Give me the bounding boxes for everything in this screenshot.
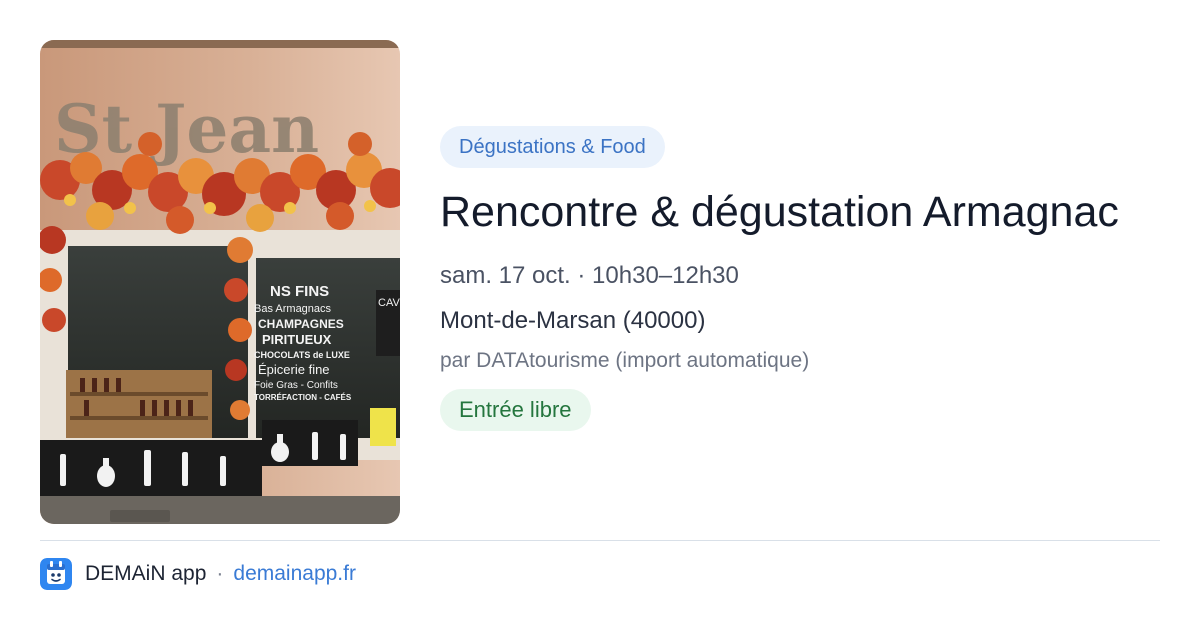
event-location: Mont-de-Marsan (40000)	[440, 307, 706, 334]
footer-divider	[40, 540, 1160, 541]
footer-separator: ·	[216, 562, 224, 585]
svg-text:Épicerie fine: Épicerie fine	[258, 362, 330, 377]
svg-text:TORRÉFACTION - CAFÉS: TORRÉFACTION - CAFÉS	[254, 393, 352, 402]
event-title: Rencontre & dégustation Armagnac	[440, 188, 1119, 236]
share-card: St Jean NS FINS Bas Armagnacs CHAMPAGNES	[0, 0, 1200, 630]
svg-text:Bas Armagnacs: Bas Armagnacs	[254, 303, 332, 315]
event-photo: St Jean NS FINS Bas Armagnacs CHAMPAGNES	[40, 40, 400, 524]
svg-text:PIRITUEUX: PIRITUEUX	[262, 332, 332, 347]
event-info: Dégustations & Food Rencontre & dégustat…	[440, 126, 1170, 431]
app-logo-icon	[40, 558, 72, 590]
price-badge: Entrée libre	[440, 389, 591, 431]
shop-front-illustration: St Jean NS FINS Bas Armagnacs CHAMPAGNES	[40, 40, 400, 524]
app-name: DEMAiN app	[85, 562, 207, 585]
footer: DEMAiN app · demainapp.fr	[40, 558, 356, 590]
category-badge[interactable]: Dégustations & Food	[440, 126, 665, 168]
event-source: par DATAtourisme (import automatique)	[440, 349, 810, 372]
svg-text:CHOCOLATS de LUXE: CHOCOLATS de LUXE	[254, 350, 350, 360]
svg-text:CAV: CAV	[378, 297, 400, 309]
svg-text:CHAMPAGNES: CHAMPAGNES	[258, 317, 344, 331]
svg-text:Foie Gras - Confits: Foie Gras - Confits	[254, 380, 338, 391]
event-datetime: sam. 17 oct. · 10h30–12h30	[440, 262, 739, 289]
svg-text:NS FINS: NS FINS	[270, 283, 329, 300]
app-website-link[interactable]: demainapp.fr	[233, 562, 356, 586]
